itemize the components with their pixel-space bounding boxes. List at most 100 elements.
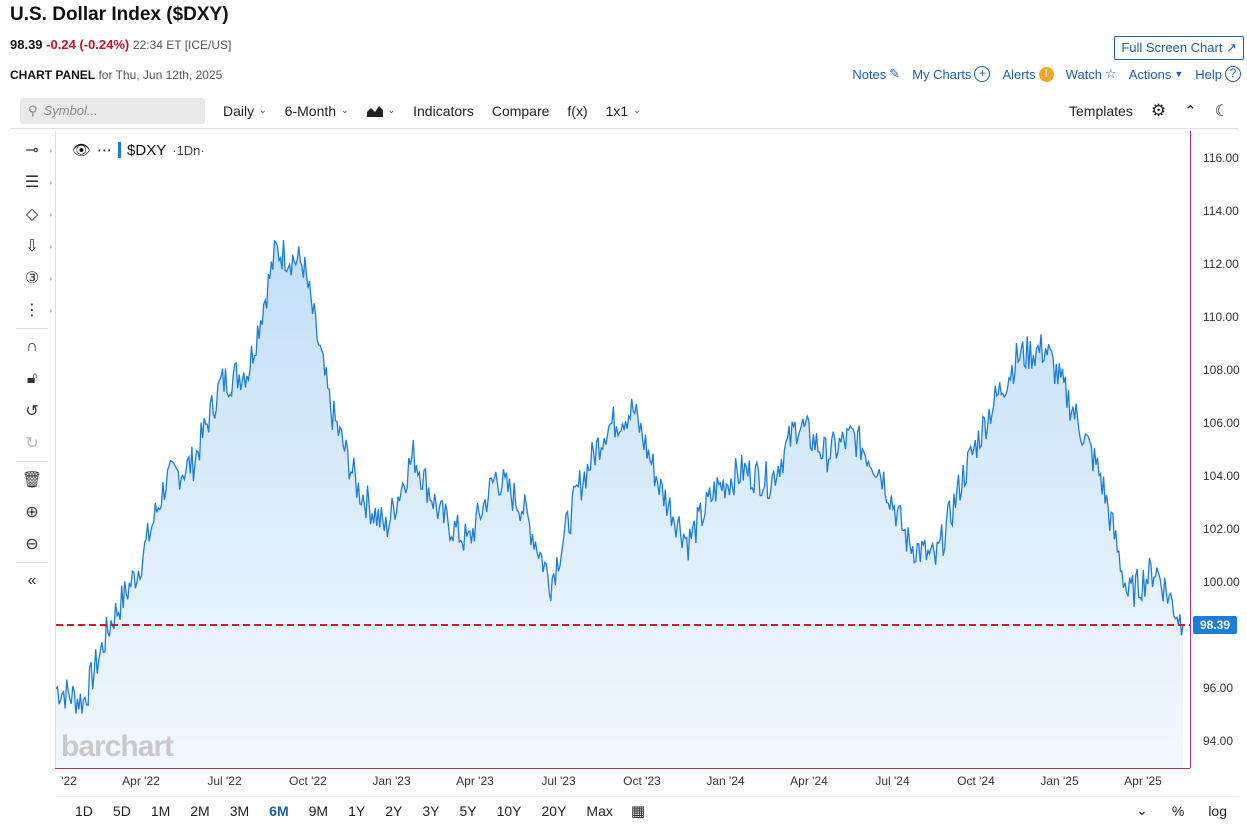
price-axis[interactable]: 98.39 116.00 114.00 112.00 110.00 108.00 106.… — [1190, 131, 1247, 768]
chart-canvas[interactable] — [55, 131, 1191, 768]
period-dropdown[interactable]: 6-Month ⌄ — [285, 103, 349, 119]
x-tick-label: Oct '24 — [957, 774, 995, 788]
alerts-link[interactable]: Alerts! — [1002, 66, 1054, 82]
range-button-max[interactable]: Max — [586, 803, 612, 819]
percent-toggle[interactable]: % — [1172, 803, 1184, 819]
chevron-right-icon: › — [49, 177, 52, 187]
fib-lines-icon: ☰ — [24, 174, 40, 191]
undo-button[interactable]: ↺ — [10, 395, 54, 427]
collapse-up-icon[interactable]: ⌃ — [1184, 102, 1197, 120]
shape-icon: ◇ — [25, 206, 39, 223]
bottom-right-controls: ⌄ % log — [1136, 802, 1227, 819]
notes-link[interactable]: Notes ✎ — [852, 66, 900, 82]
range-button-6m[interactable]: 6M — [269, 803, 288, 819]
divider — [16, 562, 48, 563]
eye-icon[interactable]: 👁︎ — [72, 141, 91, 159]
chart-legend: 👁︎ ⋯ $DXY ·1Dn· — [72, 141, 205, 160]
range-button-3m[interactable]: 3M — [230, 803, 249, 819]
range-button-3y[interactable]: 3Y — [422, 803, 439, 819]
fx-button[interactable]: f(x) — [567, 103, 587, 119]
help-link[interactable]: Help? — [1195, 66, 1241, 82]
range-button-2m[interactable]: 2M — [190, 803, 209, 819]
zoom-out-button[interactable]: ⊖ — [10, 528, 54, 560]
range-button-1d[interactable]: 1D — [75, 803, 93, 819]
help-label: Help — [1195, 66, 1222, 82]
collapse-down-icon[interactable]: ⌄ — [1136, 802, 1148, 819]
templates-button[interactable]: Templates — [1069, 103, 1133, 119]
compare-button[interactable]: Compare — [492, 103, 550, 119]
actions-label: Actions — [1128, 66, 1172, 82]
chevron-right-icon: › — [49, 241, 52, 251]
range-button-10y[interactable]: 10Y — [497, 803, 522, 819]
x-tick-label: '22 — [61, 774, 77, 788]
range-button-9m[interactable]: 9M — [309, 803, 328, 819]
quote-time: 22:34 ET [ICE/US] — [132, 38, 232, 52]
more-dots-icon[interactable]: ⋯ — [97, 141, 112, 159]
search-icon: ⚲ — [28, 102, 38, 118]
edit-icon: ✎ — [889, 66, 901, 81]
collapse-sidebar-button[interactable]: « — [10, 565, 54, 597]
marker-tool-button[interactable]: ③ › — [10, 262, 54, 294]
zoom-in-button[interactable]: ⊕ — [10, 496, 54, 528]
x-tick-label: Jan '25 — [1040, 774, 1079, 788]
measure-tool-button[interactable]: ⋮ › — [10, 294, 54, 326]
layout-dropdown[interactable]: 1x1 ⌄ — [606, 103, 641, 119]
range-button-2y[interactable]: 2Y — [385, 803, 402, 819]
symbol-search-input[interactable]: ⚲ Symbol... — [20, 97, 205, 124]
calendar-icon[interactable]: ▦ — [631, 802, 645, 820]
y-tick-label: 108.00 — [1203, 362, 1240, 377]
gear-icon[interactable]: ⚙ — [1151, 101, 1166, 121]
notes-label: Notes — [852, 66, 887, 82]
magnet-button[interactable]: ∩ — [10, 331, 54, 363]
divider — [16, 328, 48, 329]
delete-button[interactable]: 🗑︎ — [10, 464, 54, 496]
divider — [16, 461, 48, 462]
x-tick-label: Oct '22 — [289, 774, 327, 788]
chart-panel-label: CHART PANEL for Thu, Jun 12th, 2025 — [10, 68, 222, 82]
range-button-5y[interactable]: 5Y — [459, 803, 476, 819]
expand-arrow-icon: ↗ — [1226, 40, 1237, 55]
y-tick-label: 106.00 — [1203, 415, 1240, 430]
range-button-5d[interactable]: 5D — [113, 803, 131, 819]
watch-link[interactable]: Watch ☆ — [1066, 66, 1117, 82]
y-tick-label: 116.00 — [1203, 150, 1239, 165]
y-tick-label: 112.00 — [1203, 256, 1239, 271]
log-toggle[interactable]: log — [1208, 803, 1227, 819]
x-tick-label: Apr '23 — [456, 774, 494, 788]
quote-line: 98.39 -0.24 (-0.24%) 22:34 ET [ICE/US] — [10, 37, 231, 52]
actions-menu[interactable]: Actions ▼ — [1129, 67, 1184, 82]
page-title: U.S. Dollar Index ($DXY) — [10, 4, 229, 25]
chevron-down-icon: ⌄ — [633, 105, 641, 115]
legend-interval: ·1Dn· — [172, 142, 205, 158]
x-tick-label: Jul '22 — [207, 774, 242, 788]
line-tool-button[interactable]: ⊸ › — [10, 134, 54, 166]
range-button-1y[interactable]: 1Y — [348, 803, 365, 819]
indicators-button[interactable]: Indicators — [413, 103, 474, 119]
dark-mode-moon-icon[interactable]: ☾ — [1215, 101, 1229, 121]
price-chart-svg[interactable] — [56, 131, 1191, 768]
full-screen-chart-button[interactable]: Full Screen Chart ↗ — [1114, 36, 1244, 60]
y-tick-label: 94.00 — [1203, 734, 1234, 749]
arrow-tool-button[interactable]: ⇩ › — [10, 230, 54, 262]
star-icon: ☆ — [1105, 66, 1117, 81]
my-charts-link[interactable]: My Charts + — [912, 66, 991, 82]
panel-date: for Thu, Jun 12th, 2025 — [98, 68, 223, 82]
fibonacci-tool-button[interactable]: ☰ › — [10, 166, 54, 198]
x-tick-label: Apr '25 — [1124, 774, 1162, 788]
y-tick-label: 96.00 — [1203, 681, 1234, 696]
caret-down-icon: ▼ — [1174, 69, 1184, 79]
shape-tool-button[interactable]: ◇ › — [10, 198, 54, 230]
arrow-down-icon: ⇩ — [25, 238, 39, 255]
chart-type-dropdown[interactable]: ⌄ — [366, 105, 395, 117]
time-axis[interactable]: '22 Apr '22 Jul '22 Oct '22 Jan '23 Apr '23 Ju… — [55, 768, 1190, 794]
zoom-out-icon: ⊖ — [25, 536, 39, 553]
range-button-1m[interactable]: 1M — [151, 803, 170, 819]
lock-button[interactable]: 🔓︎ — [10, 363, 54, 395]
interval-label: Daily — [223, 102, 255, 119]
range-button-20y[interactable]: 20Y — [542, 803, 567, 819]
chevron-right-icon: › — [49, 145, 52, 155]
interval-dropdown[interactable]: Daily ⌄ — [223, 103, 267, 119]
plus-circle-icon: + — [974, 66, 991, 82]
redo-button[interactable]: ↻ — [10, 427, 54, 459]
x-tick-label: Jan '23 — [372, 774, 411, 788]
